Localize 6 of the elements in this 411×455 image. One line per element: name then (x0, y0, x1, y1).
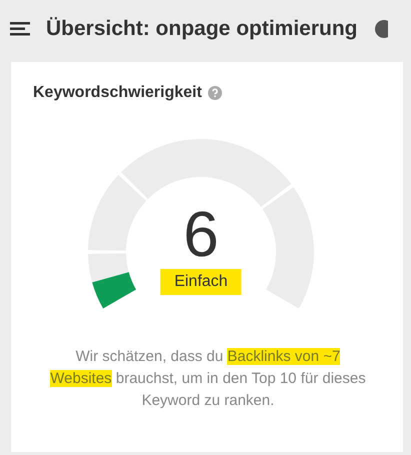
menu-icon[interactable] (10, 22, 30, 36)
page-title: Übersicht: onpage optimierung (46, 17, 358, 41)
card-title: Keywordschwierigkeit (33, 84, 202, 102)
difficulty-rating: Einfach (160, 269, 242, 295)
estimate-text: Wir schätzen, dass du Backlinks von ~7 Websites brauchst, um in den Top 10 für dieses Keyword zu ranken. (49, 347, 367, 411)
difficulty-score: 6 (182, 202, 220, 266)
